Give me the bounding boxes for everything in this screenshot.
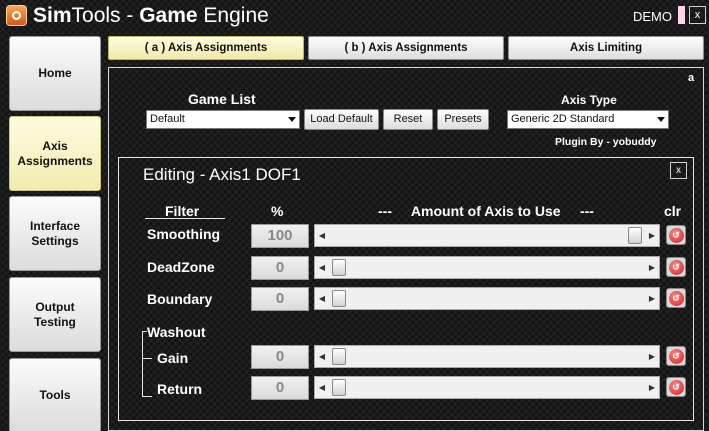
panel-letter: a [688,72,695,84]
slider-thumb[interactable] [332,348,346,365]
chevron-down-icon [657,117,665,122]
game-list-label: Game List [188,91,256,107]
tab-axis-assignments-b[interactable]: ( b ) Axis Assignments [308,36,504,60]
plugin-credit: Plugin By - yobuddy [555,136,657,148]
arrow-left-icon[interactable]: ◀ [315,346,329,367]
undo-icon: ↺ [668,348,684,364]
deadzone-clear-button[interactable]: ↺ [666,257,686,277]
sidebar-item-axis-assignments[interactable]: Axis Assignments [9,116,101,191]
boundary-slider[interactable]: ◀ ▶ [314,287,660,310]
editor-title: Editing - Axis1 DOF1 [143,165,301,184]
filter-header: Filter [165,203,200,219]
game-list-value: Default [150,113,185,125]
return-slider[interactable]: ◀ ▶ [314,376,660,399]
arrow-right-icon[interactable]: ▶ [645,288,659,309]
undo-icon: ↺ [668,227,684,243]
boundary-clear-button[interactable]: ↺ [666,288,686,308]
boundary-label: Boundary [147,291,213,307]
return-value[interactable]: 0 [251,376,309,400]
slider-thumb[interactable] [332,259,346,276]
slider-thumb[interactable] [628,227,642,244]
smoothing-slider[interactable]: ◀ ▶ [314,224,660,247]
tab-axis-limiting[interactable]: Axis Limiting [508,36,704,60]
load-default-button[interactable]: Load Default [304,109,379,130]
clear-header: clr [664,203,682,219]
app-title: SimTools - Game Engine [33,4,269,27]
arrow-right-icon[interactable]: ▶ [645,257,659,278]
axis-type-value: Generic 2D Standard [511,113,615,125]
sidebar-item-label: Interface Settings [29,218,81,248]
washout-bracket-tick [142,331,147,332]
sidebar-item-label: Axis Assignments [17,138,93,168]
game-list-select[interactable]: Default [146,110,300,129]
undo-icon: ↺ [668,259,684,275]
arrow-right-icon[interactable]: ▶ [645,377,659,398]
slider-thumb[interactable] [332,290,346,307]
washout-bracket [142,331,143,397]
reset-button[interactable]: Reset [383,109,433,130]
arrow-left-icon[interactable]: ◀ [315,288,329,309]
gain-clear-button[interactable]: ↺ [666,346,686,366]
amount-header: --- Amount of Axis to Use --- [378,203,594,219]
arrow-right-icon[interactable]: ▶ [645,225,659,246]
sidebar-item-label: Output Testing [34,299,76,329]
boundary-value[interactable]: 0 [251,287,309,311]
filter-underline [145,218,225,219]
editor-close-button[interactable]: x [670,162,687,179]
percent-header: % [271,203,284,219]
undo-icon: ↺ [668,379,684,395]
arrow-left-icon[interactable]: ◀ [315,225,329,246]
smoothing-label: Smoothing [147,226,221,242]
chevron-down-icon [288,117,296,122]
axis-type-label: Axis Type [561,93,617,107]
deadzone-label: DeadZone [147,259,215,275]
tab-axis-assignments-a[interactable]: ( a ) Axis Assignments [108,36,304,60]
return-clear-button[interactable]: ↺ [666,377,686,397]
gain-slider[interactable]: ◀ ▶ [314,345,660,368]
washout-bracket-tick [142,358,152,359]
sidebar-item-home[interactable]: Home [9,36,101,111]
smoothing-clear-button[interactable]: ↺ [666,225,686,245]
sidebar-item-output-testing[interactable]: Output Testing [9,277,101,352]
deadzone-slider[interactable]: ◀ ▶ [314,256,660,279]
gain-value[interactable]: 0 [251,345,309,369]
washout-bracket-tick [142,396,152,397]
arrow-left-icon[interactable]: ◀ [315,257,329,278]
deadzone-value[interactable]: 0 [251,256,309,280]
demo-badge [678,6,685,24]
return-label: Return [157,381,203,397]
arrow-right-icon[interactable]: ▶ [645,346,659,367]
axis-type-select[interactable]: Generic 2D Standard [507,110,669,129]
washout-label: Washout [147,324,206,340]
gain-label: Gain [157,350,189,366]
sidebar-item-tools[interactable]: Tools [9,358,101,431]
presets-button[interactable]: Presets [437,109,489,130]
arrow-left-icon[interactable]: ◀ [315,377,329,398]
demo-label: DEMO [633,9,672,24]
undo-icon: ↺ [668,290,684,306]
smoothing-value[interactable]: 100 [251,224,309,248]
app-logo-icon [6,5,27,26]
close-window-button[interactable]: x [689,6,706,24]
slider-thumb[interactable] [332,379,346,396]
sidebar-item-interface-settings[interactable]: Interface Settings [9,196,101,271]
